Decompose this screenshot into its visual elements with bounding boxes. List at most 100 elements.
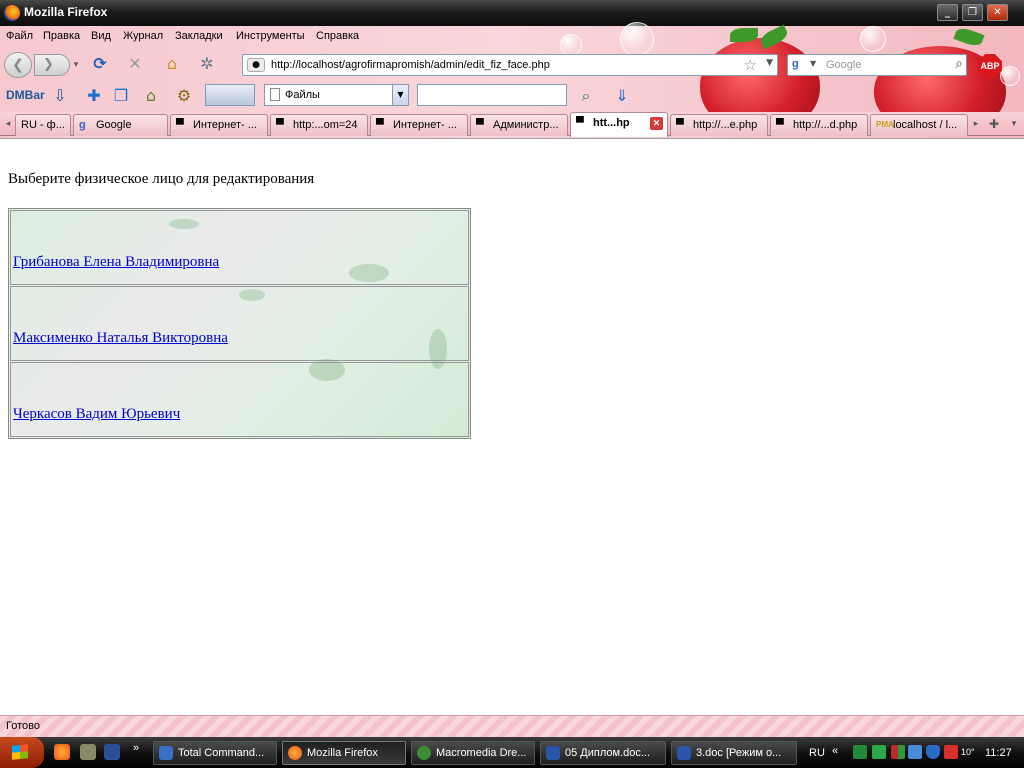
quicklaunch-more-icon[interactable]: » <box>133 742 139 754</box>
person-link[interactable]: Максименко Наталья Викторовна <box>13 330 228 347</box>
maximize-button[interactable]: ❐ <box>962 4 983 21</box>
copy-icon[interactable]: ❐ <box>111 87 131 105</box>
back-button[interactable]: ❮ <box>4 52 32 78</box>
firefox-icon <box>288 746 302 760</box>
quicklaunch-app-icon[interactable] <box>80 744 96 760</box>
task-dreamweaver[interactable]: Macromedia Dre... <box>411 741 535 765</box>
download-icon[interactable]: ⇓ <box>612 87 632 105</box>
search-icon[interactable]: ⌕ <box>955 56 963 72</box>
tab-label: Администр... <box>493 119 559 131</box>
home-dropdown-icon[interactable]: ⌂ <box>141 87 161 105</box>
tab-list-icon[interactable]: ▾ <box>1008 114 1020 134</box>
quicklaunch-app-icon[interactable] <box>104 744 120 760</box>
clock[interactable]: 11:27 <box>985 747 1012 759</box>
task-word-diploma[interactable]: 05 Диплом.doc... <box>540 741 666 765</box>
tab-internet-1[interactable]: ▀ Интернет- ... <box>170 114 268 136</box>
network-icon[interactable] <box>908 745 922 759</box>
spy-hat-icon: ▀ <box>776 119 784 131</box>
tab-internet-2[interactable]: ▀ Интернет- ... <box>370 114 468 136</box>
task-firefox[interactable]: Mozilla Firefox <box>282 741 406 765</box>
spy-hat-icon: ▀ <box>576 117 584 129</box>
spy-hat-icon: ▀ <box>276 119 284 131</box>
persons-table: Грибанова Елена Владимировна Максименко … <box>8 208 471 439</box>
files-combo[interactable]: Файлы ▼ <box>264 84 409 106</box>
tabs-scroll-right-icon[interactable]: ▸ <box>970 114 982 134</box>
menu-edit[interactable]: Правка <box>43 30 80 42</box>
task-word-3doc[interactable]: 3.doc [Режим о... <box>671 741 797 765</box>
tab-http-d[interactable]: ▀ http://...d.php <box>770 114 868 136</box>
close-tab-icon[interactable]: ✕ <box>650 117 663 130</box>
bookmark-star-icon[interactable]: ☆ <box>744 56 757 74</box>
person-link[interactable]: Грибанова Елена Владимировна <box>13 254 219 271</box>
close-window-button[interactable]: ✕ <box>987 4 1008 21</box>
addon-icon[interactable]: ✲ <box>197 55 217 73</box>
menu-bookmarks[interactable]: Закладки <box>175 30 223 42</box>
home-icon[interactable]: ⌂ <box>162 55 182 73</box>
tab-label: Google <box>96 119 132 131</box>
leaf-decoration-icon <box>730 28 758 42</box>
add-icon[interactable]: ✚ <box>84 87 104 105</box>
site-identity-icon[interactable]: ● <box>247 58 265 72</box>
dmbar-logo[interactable]: DMBar <box>6 88 45 102</box>
firefox-quicklaunch-icon[interactable] <box>54 744 70 760</box>
new-tab-icon[interactable]: ✚ <box>988 114 1000 134</box>
menu-view[interactable]: Вид <box>91 30 111 42</box>
menu-tools[interactable]: Инструменты <box>236 30 305 42</box>
menu-help[interactable]: Справка <box>316 30 359 42</box>
tray-app-icon[interactable] <box>872 745 886 759</box>
tab-phpmyadmin[interactable]: PMA localhost / l... <box>870 114 968 136</box>
files-combo-value[interactable]: Файлы <box>285 89 320 101</box>
chevron-down-icon[interactable]: ▼ <box>392 85 408 105</box>
search-engine-dropdown-icon[interactable]: ▼ <box>810 59 816 68</box>
magnifier-icon[interactable]: ⌕ <box>576 87 596 105</box>
toolbar-text-input[interactable] <box>417 84 567 106</box>
url-text[interactable]: http://localhost/agrofirmapromish/admin/… <box>271 59 550 71</box>
tools-dropdown-icon[interactable]: ⚙ <box>174 87 194 105</box>
firefox-window: Mozilla Firefox _ ❐ ✕ Файл Правка Вид Жу… <box>0 0 1024 768</box>
firefox-logo-icon <box>4 5 20 21</box>
search-box[interactable]: g ▼ Google ⌕ <box>787 54 967 76</box>
tab-active[interactable]: ▀ htt...hp ✕ <box>570 112 668 137</box>
tab-ru[interactable]: RU - ф... <box>15 114 71 136</box>
history-dropdown-icon[interactable]: ▾ <box>66 56 86 74</box>
search-placeholder[interactable]: Google <box>826 59 861 71</box>
tab-http-com24[interactable]: ▀ http:...om=24 <box>270 114 368 136</box>
language-indicator[interactable]: RU <box>809 747 825 759</box>
start-button[interactable] <box>0 737 44 768</box>
leaf-decoration-icon <box>953 25 985 49</box>
address-bar[interactable]: ● http://localhost/agrofirmapromish/admi… <box>242 54 778 76</box>
tab-label: http://...d.php <box>793 119 858 131</box>
dmbar-menu-icon[interactable]: ⇩ <box>50 87 70 105</box>
minimize-button[interactable]: _ <box>937 4 958 21</box>
task-total-commander[interactable]: Total Command... <box>153 741 277 765</box>
tray-app-icon[interactable] <box>891 745 905 759</box>
task-label: Macromedia Dre... <box>436 747 527 759</box>
tab-http-e[interactable]: ▀ http://...e.php <box>670 114 768 136</box>
shield-icon[interactable] <box>926 745 940 759</box>
spy-hat-icon: ▀ <box>376 119 384 131</box>
extension-image-button[interactable] <box>205 84 255 106</box>
person-link[interactable]: Черкасов Вадим Юрьевич <box>13 406 180 423</box>
reload-icon[interactable]: ⟳ <box>90 55 110 73</box>
tabs-scroll-left-icon[interactable]: ◂ <box>2 114 14 134</box>
antivirus-icon[interactable] <box>944 745 958 759</box>
word-icon <box>546 746 560 760</box>
google-icon: g <box>79 119 86 131</box>
tab-admin[interactable]: ▀ Администр... <box>470 114 568 136</box>
url-dropdown-icon[interactable]: ▼ <box>766 58 773 68</box>
window-title: Mozilla Firefox <box>24 5 108 19</box>
forward-button[interactable]: ❯ <box>34 54 70 76</box>
tab-bar: ◂ RU - ф... g Google ▀ Интернет- ... ▀ http… <box>0 112 1024 137</box>
tray-app-icon[interactable] <box>853 745 867 759</box>
tab-label: Интернет- ... <box>393 119 457 131</box>
tray-expand-icon[interactable]: « <box>832 745 838 757</box>
stop-icon[interactable]: ✕ <box>125 55 145 73</box>
title-bar: Mozilla Firefox _ ❐ ✕ <box>0 0 1024 26</box>
menu-history[interactable]: Журнал <box>123 30 163 42</box>
menu-file[interactable]: Файл <box>6 30 33 42</box>
task-label: 3.doc [Режим о... <box>696 747 782 759</box>
google-engine-icon[interactable]: g <box>792 58 806 72</box>
document-icon <box>270 88 280 101</box>
tab-google[interactable]: g Google <box>73 114 168 136</box>
table-row: Черкасов Вадим Юрьевич <box>10 362 469 437</box>
